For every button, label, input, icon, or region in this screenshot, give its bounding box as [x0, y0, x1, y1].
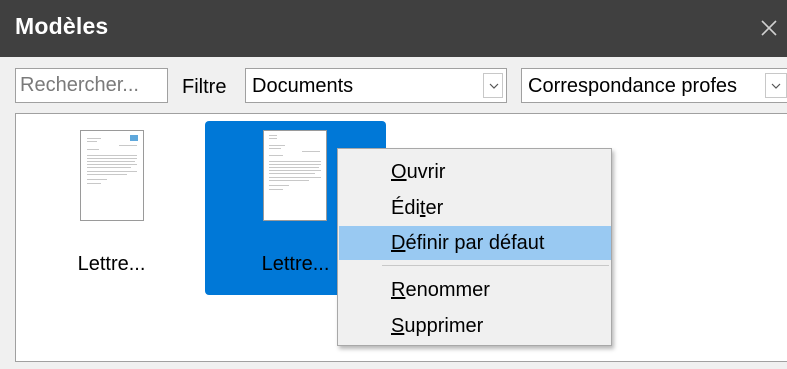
document-thumbnail-icon [263, 130, 327, 221]
chevron-down-icon[interactable] [483, 73, 503, 98]
close-icon[interactable] [759, 18, 779, 38]
template-label: Lettre... [77, 253, 146, 275]
document-thumbnail-icon [80, 130, 144, 221]
chevron-down-icon[interactable] [765, 73, 787, 98]
category-dropdown[interactable]: Correspondance profes [521, 68, 787, 103]
document-type-dropdown[interactable]: Documents [245, 68, 507, 103]
dialog-titlebar: Modèles [0, 0, 787, 57]
document-type-value: Documents [252, 75, 354, 97]
category-value: Correspondance profes [528, 75, 738, 97]
filter-label: Filtre [182, 76, 227, 98]
menu-item-open[interactable]: Ouvrir [339, 155, 611, 189]
context-menu: Ouvrir Éditer Définir par défaut Renomme… [337, 148, 612, 346]
menu-item-set-default[interactable]: Définir par défaut [339, 226, 611, 260]
menu-item-delete[interactable]: Supprimer [339, 309, 611, 343]
menu-separator [382, 265, 609, 266]
dialog-title: Modèles [15, 13, 109, 39]
template-item[interactable]: Lettre... [21, 121, 202, 295]
filter-bar: Filtre Documents Correspondance profes [0, 57, 787, 113]
menu-item-edit[interactable]: Éditer [339, 191, 611, 225]
search-input[interactable] [15, 68, 168, 103]
menu-item-rename[interactable]: Renommer [339, 273, 611, 307]
